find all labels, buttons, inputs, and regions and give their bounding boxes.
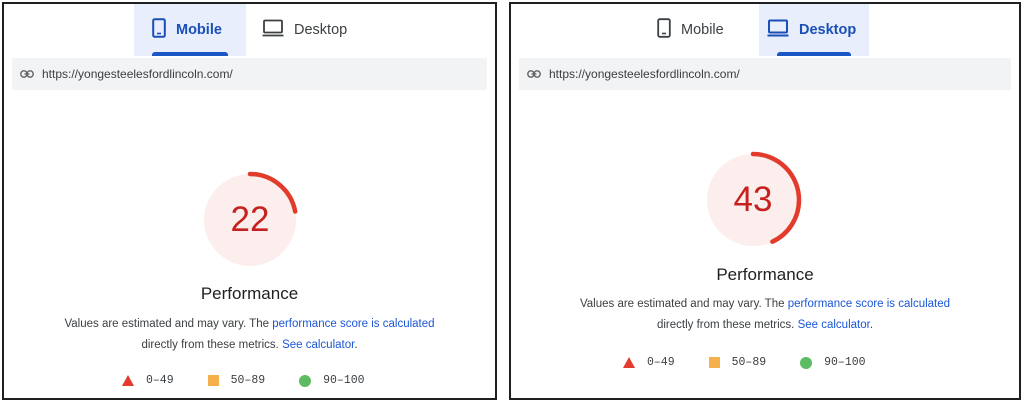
see-calculator-link[interactable]: See calculator	[282, 339, 354, 351]
legend-average: 50–89	[708, 356, 767, 369]
phone-icon	[152, 18, 166, 42]
url-bar[interactable]: https://yongesteelesfordlincoln.com/	[519, 58, 1011, 90]
tab-mobile[interactable]: Mobile	[134, 4, 246, 56]
desktop-report-panel: Mobile Desktop https://yongesteelesfordl…	[509, 2, 1021, 400]
tab-desktop-label: Desktop	[799, 22, 857, 38]
legend-fail: 0–49	[122, 374, 174, 387]
score-description: Values are estimated and may vary. The p…	[14, 314, 485, 356]
legend-pass-label: 90–100	[824, 356, 866, 369]
circle-icon	[299, 374, 312, 387]
url-bar[interactable]: https://yongesteelesfordlincoln.com/	[12, 58, 487, 90]
legend-average: 50–89	[207, 374, 266, 387]
legend-fail-label: 0–49	[146, 374, 174, 387]
score-legend: 0–49 50–89 90–100	[122, 374, 365, 387]
url-text: https://yongesteelesfordlincoln.com/	[549, 67, 740, 81]
tab-desktop[interactable]: Desktop	[759, 4, 869, 56]
legend-fail: 0–49	[623, 356, 675, 369]
description-text-2: directly from these metrics.	[141, 339, 283, 351]
tab-mobile-label: Mobile	[681, 22, 724, 38]
performance-score: 22	[230, 200, 270, 239]
mobile-report-panel: Mobile Desktop https://yongesteelesfordl…	[2, 2, 497, 400]
category-title: Performance	[716, 265, 814, 284]
phone-icon	[657, 18, 671, 42]
description-period: .	[869, 319, 874, 331]
device-tabs: Mobile Desktop	[4, 4, 495, 56]
legend-fail-label: 0–49	[647, 356, 675, 369]
triangle-icon	[122, 375, 134, 386]
score-description: Values are estimated and may vary. The p…	[521, 294, 1009, 336]
see-calculator-link[interactable]: See calculator	[798, 319, 870, 331]
legend-average-label: 50–89	[731, 356, 767, 369]
performance-gauge: 43	[703, 150, 803, 250]
description-text: Values are estimated and may vary. The	[579, 298, 788, 310]
device-tabs: Mobile Desktop	[511, 4, 1019, 56]
url-text: https://yongesteelesfordlincoln.com/	[42, 67, 233, 81]
performance-score-link[interactable]: performance score is calculated	[788, 298, 950, 310]
link-icon	[20, 67, 34, 81]
tab-desktop[interactable]: Desktop	[260, 4, 370, 56]
monitor-icon	[767, 19, 789, 41]
score-legend: 0–49 50–89 90–100	[623, 356, 866, 369]
legend-pass-label: 90–100	[323, 374, 365, 387]
description-text: Values are estimated and may vary. The	[64, 318, 273, 330]
triangle-icon	[623, 357, 635, 368]
tab-mobile[interactable]: Mobile	[649, 4, 759, 56]
legend-pass: 90–100	[800, 356, 866, 369]
square-icon	[207, 375, 219, 386]
description-text-2: directly from these metrics.	[656, 319, 798, 331]
circle-icon	[800, 356, 813, 369]
category-title: Performance	[200, 284, 299, 303]
monitor-icon	[262, 19, 284, 41]
tab-desktop-label: Desktop	[294, 22, 348, 38]
square-icon	[708, 357, 720, 368]
performance-score: 43	[733, 180, 773, 219]
tab-mobile-label: Mobile	[176, 22, 222, 38]
description-period: .	[354, 339, 358, 351]
performance-gauge: 22	[200, 170, 300, 270]
link-icon	[527, 67, 541, 81]
legend-average-label: 50–89	[230, 374, 266, 387]
performance-score-link[interactable]: performance score is calculated	[272, 318, 434, 330]
legend-pass: 90–100	[299, 374, 365, 387]
